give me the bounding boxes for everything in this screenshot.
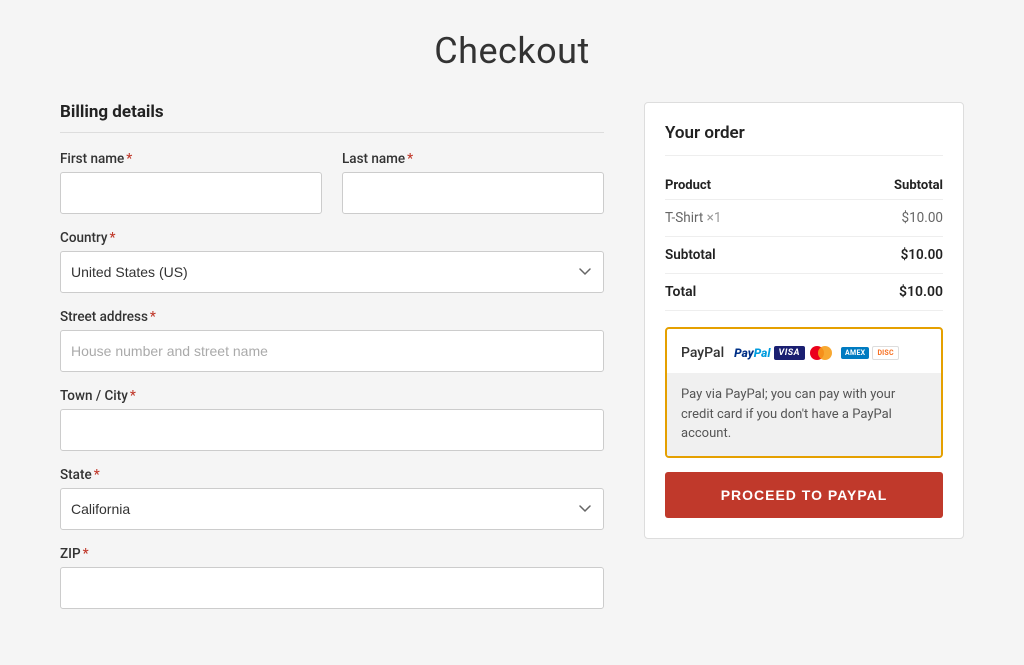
mastercard-icon	[808, 343, 838, 363]
zip-label: ZIP*	[60, 546, 604, 562]
state-label: State*	[60, 467, 604, 483]
product-name: T-Shirt ×1	[665, 200, 814, 237]
last-name-label: Last name*	[342, 151, 604, 167]
col-product: Product	[665, 172, 814, 200]
order-card: Your order Product Subtotal T-Shirt ×1	[644, 102, 964, 539]
checkout-layout: Billing details First name* Last name*	[60, 102, 964, 625]
street-input[interactable]	[60, 330, 604, 372]
order-section: Your order Product Subtotal T-Shirt ×1	[644, 102, 964, 539]
city-input[interactable]	[60, 409, 604, 451]
city-label: Town / City*	[60, 388, 604, 404]
page-wrapper: Checkout Billing details First name* Las…	[0, 0, 1024, 665]
street-group: Street address*	[60, 309, 604, 372]
paypal-icons: PayPal VISA AMEX DI	[734, 343, 899, 363]
order-title: Your order	[665, 123, 943, 156]
state-group: State* Alabama Alaska Arizona Arkansas C…	[60, 467, 604, 530]
city-group: Town / City*	[60, 388, 604, 451]
paypal-logo-icon: PayPal	[734, 346, 770, 360]
paypal-header: PayPal PayPal VISA	[667, 329, 941, 373]
paypal-description: Pay via PayPal; you can pay with your cr…	[667, 373, 941, 456]
billing-section-title: Billing details	[60, 102, 604, 133]
street-label: Street address*	[60, 309, 604, 325]
page-title: Checkout	[60, 30, 964, 72]
order-table: Product Subtotal T-Shirt ×1 $10.00 Sub	[665, 172, 943, 311]
subtotal-value: $10.00	[814, 237, 943, 274]
visa-icon: VISA	[774, 346, 806, 360]
billing-section: Billing details First name* Last name*	[60, 102, 604, 625]
first-name-input[interactable]	[60, 172, 322, 214]
total-label: Total	[665, 274, 814, 311]
subtotal-row: Subtotal $10.00	[665, 237, 943, 274]
zip-group: ZIP*	[60, 546, 604, 609]
paypal-option[interactable]: PayPal PayPal VISA	[665, 327, 943, 458]
product-quantity: ×1	[707, 210, 722, 226]
paypal-label: PayPal	[681, 345, 724, 361]
total-value: $10.00	[814, 274, 943, 311]
first-name-label: First name*	[60, 151, 322, 167]
country-label: Country*	[60, 230, 604, 246]
amex-icon: AMEX	[841, 347, 869, 359]
last-name-input[interactable]	[342, 172, 604, 214]
order-table-header: Product Subtotal	[665, 172, 943, 200]
product-price: $10.00	[814, 200, 943, 237]
zip-input[interactable]	[60, 567, 604, 609]
proceed-to-paypal-button[interactable]: PROCEED TO PAYPAL	[665, 472, 943, 518]
subtotal-label: Subtotal	[665, 237, 814, 274]
country-select[interactable]: United States (US) Canada United Kingdom…	[60, 251, 604, 293]
country-group: Country* United States (US) Canada Unite…	[60, 230, 604, 293]
last-name-group: Last name*	[342, 151, 604, 214]
total-row: Total $10.00	[665, 274, 943, 311]
col-subtotal: Subtotal	[814, 172, 943, 200]
first-name-group: First name*	[60, 151, 322, 214]
state-select[interactable]: Alabama Alaska Arizona Arkansas Californ…	[60, 488, 604, 530]
table-row: T-Shirt ×1 $10.00	[665, 200, 943, 237]
discover-icon: DISC	[872, 346, 898, 360]
name-row: First name* Last name*	[60, 151, 604, 214]
